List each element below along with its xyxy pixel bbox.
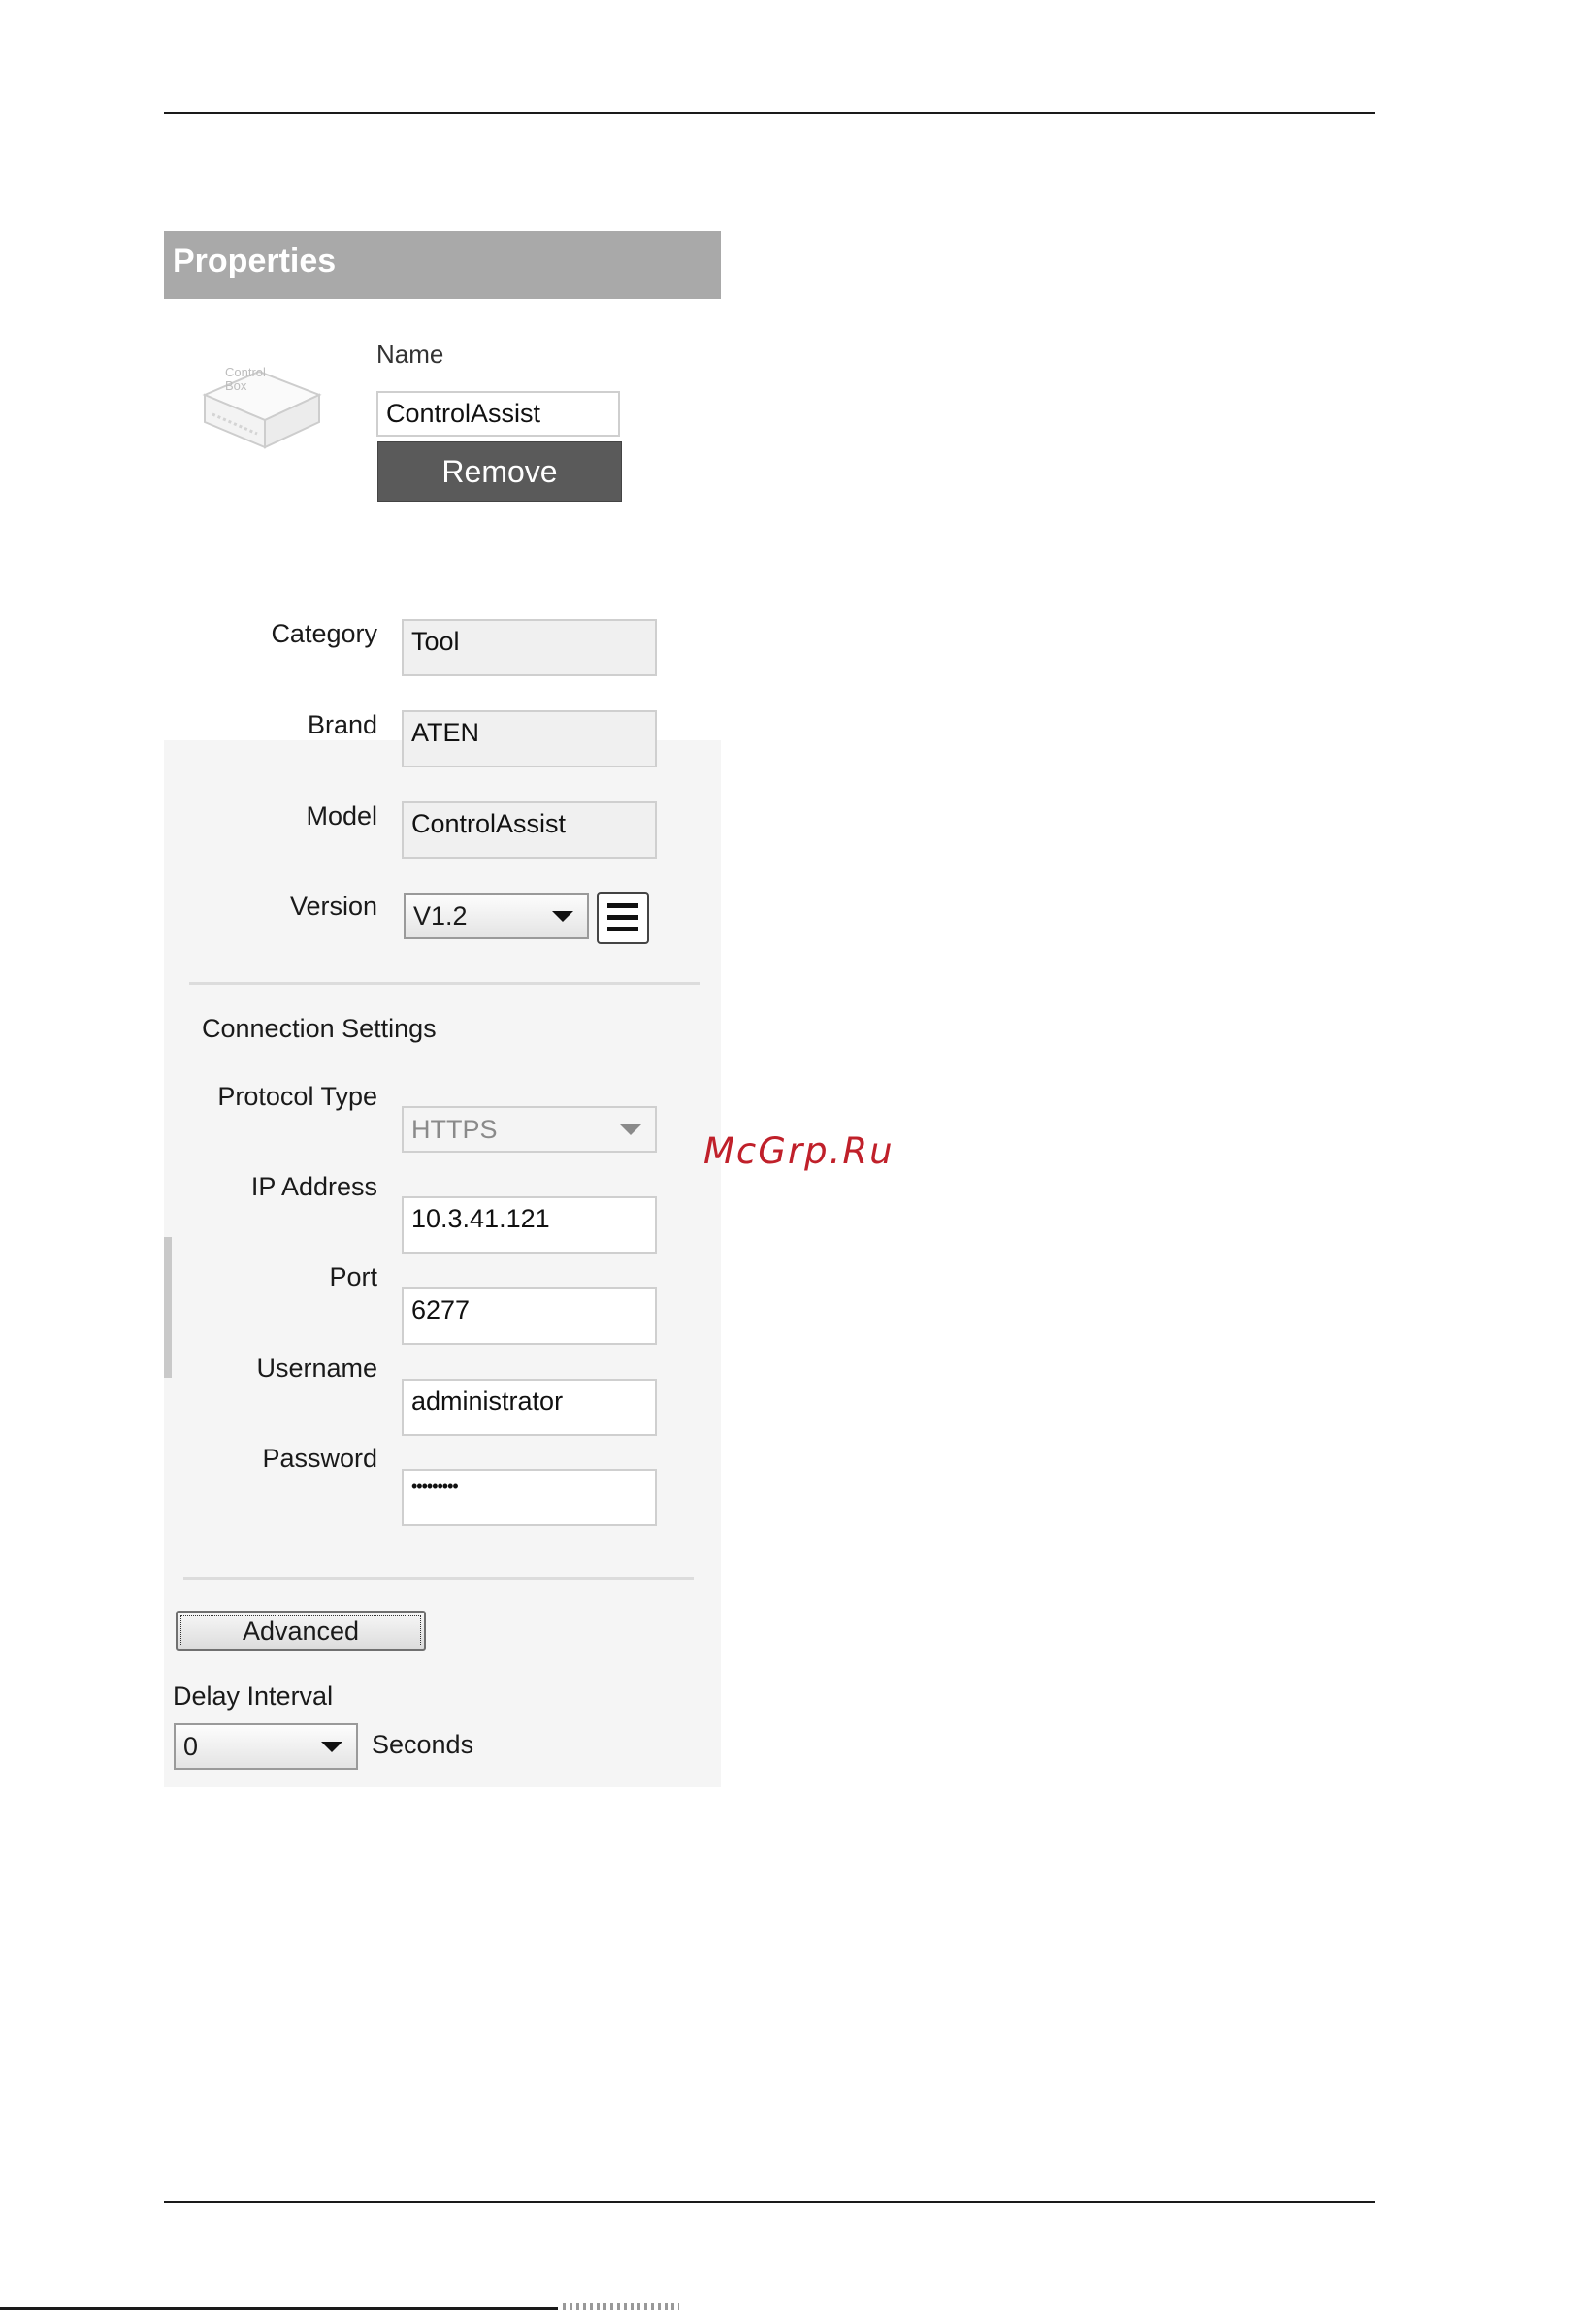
- chevron-down-icon: [620, 1124, 641, 1135]
- delay-interval-label: Delay Interval: [173, 1681, 334, 1711]
- port-input[interactable]: 6277: [402, 1287, 657, 1345]
- protocol-type-label: Protocol Type: [217, 1082, 377, 1111]
- footer-dots: [563, 2303, 679, 2310]
- ip-address-input[interactable]: 10.3.41.121: [402, 1196, 657, 1254]
- category-field: Tool: [402, 619, 657, 676]
- device-icon-label-2: Box: [225, 378, 247, 393]
- brand-field: ATEN: [402, 710, 657, 767]
- divider-connection: [183, 1577, 694, 1580]
- advanced-button[interactable]: Advanced: [176, 1611, 426, 1651]
- divider-info: [189, 982, 700, 985]
- control-box-icon: Control Box: [199, 354, 325, 451]
- version-value: V1.2: [413, 900, 468, 930]
- version-label: Version: [289, 892, 377, 921]
- delay-unit-label: Seconds: [372, 1730, 474, 1759]
- port-label: Port: [329, 1262, 377, 1291]
- footer-strip: [0, 2307, 558, 2310]
- delay-interval-value: 0: [183, 1731, 199, 1761]
- protocol-type-select[interactable]: HTTPS: [402, 1106, 657, 1153]
- device-icon-label-1: Control: [225, 365, 266, 379]
- menu-icon: [607, 903, 638, 908]
- properties-panel: Properties Control Box Name ControlAssis…: [164, 231, 721, 1787]
- chevron-down-icon: [552, 911, 573, 922]
- username-label: Username: [256, 1353, 377, 1383]
- password-label: Password: [262, 1444, 377, 1473]
- delay-interval-select[interactable]: 0: [174, 1723, 358, 1770]
- username-input[interactable]: administrator: [402, 1379, 657, 1436]
- model-field: ControlAssist: [402, 801, 657, 859]
- panel-title: Properties: [173, 243, 337, 279]
- category-label: Category: [271, 619, 377, 648]
- ip-address-label: IP Address: [250, 1172, 377, 1201]
- watermark-text: McGrp.Ru: [703, 1130, 895, 1172]
- name-label: Name: [376, 340, 444, 369]
- name-input[interactable]: ControlAssist: [376, 391, 620, 437]
- password-input[interactable]: •••••••••: [402, 1469, 657, 1526]
- chevron-down-icon: [321, 1742, 342, 1752]
- connection-settings-heading: Connection Settings: [202, 1014, 437, 1043]
- page-bottom-rule: [164, 2201, 1375, 2203]
- page-top-rule: [164, 112, 1375, 114]
- remove-button[interactable]: Remove: [377, 441, 622, 502]
- protocol-type-value: HTTPS: [411, 1114, 498, 1144]
- properties-header: Properties: [164, 231, 721, 299]
- brand-label: Brand: [307, 710, 377, 739]
- version-select[interactable]: V1.2: [404, 893, 589, 939]
- model-label: Model: [306, 801, 377, 831]
- version-menu-button[interactable]: [597, 892, 649, 944]
- panel-collapse-handle[interactable]: [164, 1237, 172, 1378]
